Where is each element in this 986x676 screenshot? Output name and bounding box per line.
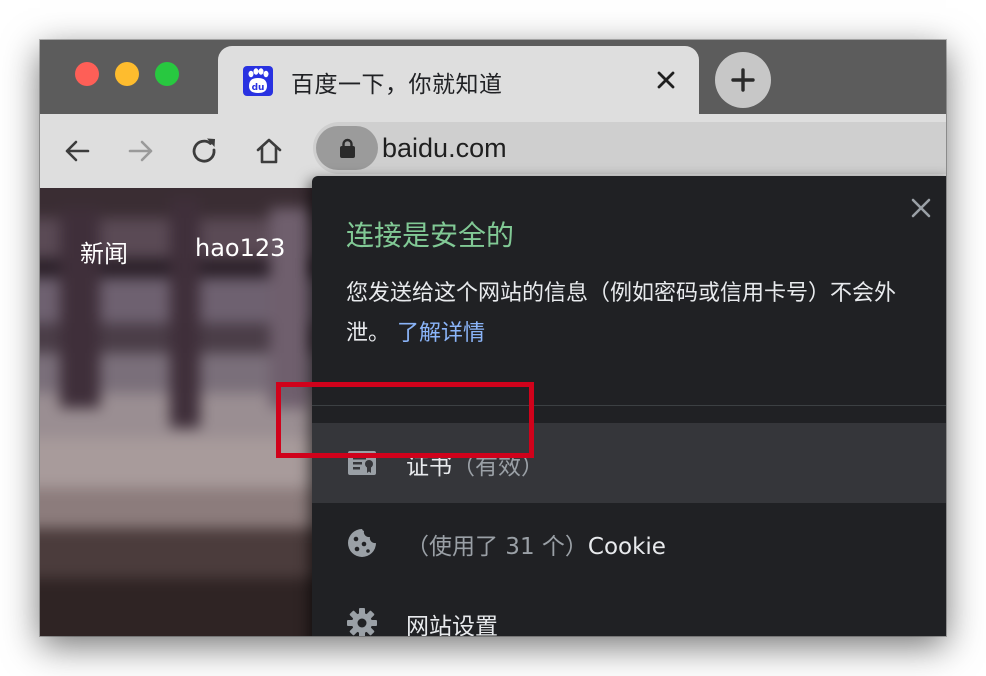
certificate-row[interactable]: 证书（有效）	[312, 423, 946, 503]
certificate-text: 证书	[406, 454, 452, 480]
close-window-button[interactable]	[75, 62, 99, 86]
home-icon	[256, 138, 282, 164]
tab-title: 百度一下，你就知道	[291, 72, 503, 98]
arrow-left-icon	[65, 140, 90, 162]
new-tab-button[interactable]	[715, 52, 771, 108]
tab-close-icon[interactable]	[654, 68, 678, 92]
cookies-text: Cookie	[587, 534, 666, 560]
cookie-icon	[346, 527, 378, 559]
cookies-label: （使用了 31 个）Cookie	[406, 527, 666, 561]
minimize-window-button[interactable]	[115, 62, 139, 86]
forward-button[interactable]	[126, 136, 156, 166]
site-settings-row[interactable]: 网站设置	[312, 583, 946, 636]
plus-icon	[731, 68, 755, 92]
divider	[312, 405, 946, 406]
tab-baidu[interactable]: du 百度一下，你就知道	[218, 46, 699, 114]
close-icon[interactable]	[909, 196, 933, 220]
certificate-icon	[346, 447, 378, 479]
url-text[interactable]: baidu.com	[382, 133, 507, 164]
site-info-popup: 连接是安全的 您发送给这个网站的信息（例如密码或信用卡号）不会外泄。 了解详情 …	[312, 176, 946, 636]
hao123-link[interactable]: hao123	[195, 234, 285, 262]
connection-description: 您发送给这个网站的信息（例如密码或信用卡号）不会外泄。 了解详情	[346, 274, 936, 354]
connection-status-title: 连接是安全的	[346, 219, 515, 252]
back-button[interactable]	[62, 136, 92, 166]
baidu-favicon-icon: du	[243, 66, 273, 96]
maximize-window-button[interactable]	[155, 62, 179, 86]
certificate-status: （有效）	[452, 454, 544, 480]
home-button[interactable]	[254, 136, 284, 166]
svg-text:du: du	[252, 83, 265, 93]
lock-icon	[340, 138, 355, 158]
reload-icon	[192, 138, 216, 163]
reload-button[interactable]	[190, 136, 220, 166]
site-info-button[interactable]	[316, 126, 378, 170]
news-link[interactable]: 新闻	[80, 234, 128, 269]
arrow-right-icon	[128, 140, 153, 162]
site-settings-label: 网站设置	[406, 614, 498, 636]
learn-more-link[interactable]: 了解详情	[397, 321, 485, 346]
certificate-label: 证书（有效）	[406, 447, 544, 481]
cookies-row[interactable]: （使用了 31 个）Cookie	[312, 503, 946, 583]
tab-strip: du 百度一下，你就知道	[40, 40, 946, 114]
gear-icon	[346, 607, 378, 636]
cookies-count: （使用了 31 个）	[406, 534, 588, 560]
browser-window: du 百度一下，你就知道 baidu.com 新闻 hao123 连接是安全的 …	[40, 40, 946, 636]
address-bar[interactable]: baidu.com	[313, 122, 946, 174]
